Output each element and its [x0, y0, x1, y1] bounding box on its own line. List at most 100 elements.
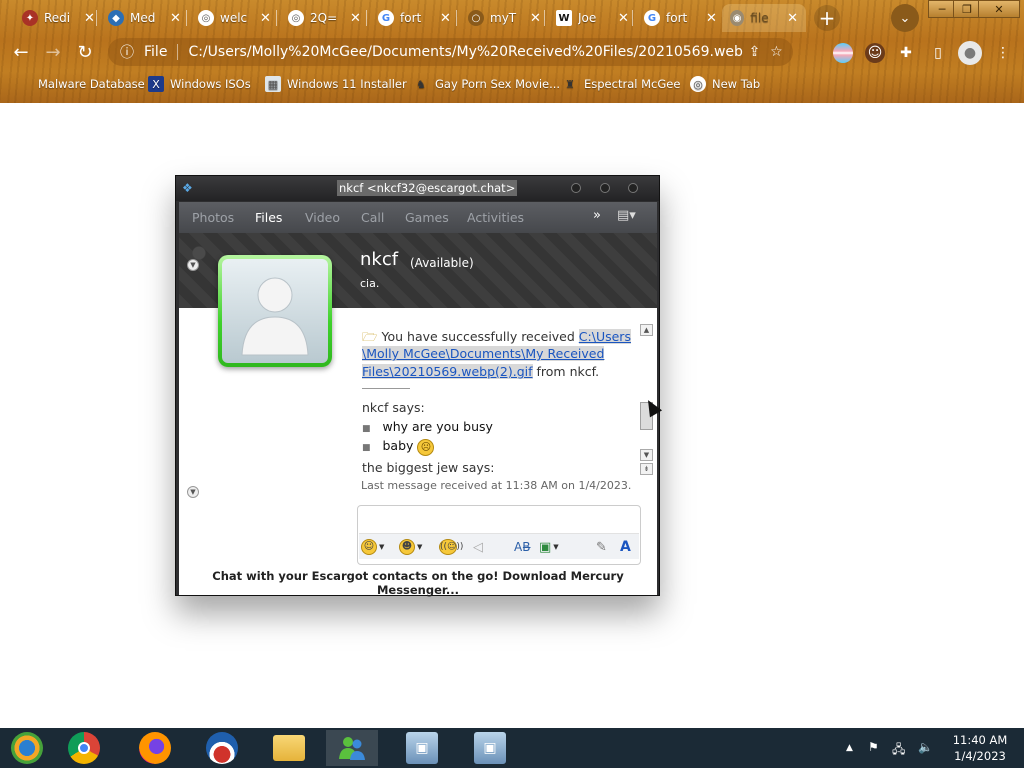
share-icon[interactable]: ⇪ — [743, 44, 765, 60]
account-avatar-icon[interactable]: ● — [958, 41, 982, 65]
bookmark-espectral-mcgee[interactable]: ♜ Espectral McGee — [562, 74, 680, 94]
close-icon[interactable]: ✕ — [84, 11, 95, 26]
file-path-link[interactable]: Files\20210569.webp(2).gif — [362, 364, 533, 379]
star-icon[interactable]: ☆ — [765, 44, 787, 60]
maximize-button[interactable]: ❐ — [953, 0, 981, 18]
side-panel-icon[interactable]: ▯ — [928, 43, 948, 63]
bookmark-new-tab[interactable]: ◎ New Tab — [690, 74, 760, 94]
windows-start-icon — [11, 732, 43, 764]
profile-extension-icon[interactable]: ☺ — [865, 43, 885, 63]
scroll-down-icon[interactable]: ▼ — [640, 449, 653, 461]
handwriting-icon[interactable]: ✎ — [596, 537, 607, 557]
close-icon[interactable]: ✕ — [170, 11, 181, 26]
tab-myt[interactable]: ○ myT ✕ — [460, 4, 549, 32]
message-line: ■ baby ☹ — [362, 438, 435, 456]
toolbar: ← → ↻ ⓘ File C:/Users/Molly%20McGee/Docu… — [0, 35, 1024, 69]
close-window-button[interactable]: ✕ — [978, 0, 1020, 18]
start-button[interactable] — [1, 730, 53, 766]
bookmark-windows-11-installer[interactable]: ▦ Windows 11 Installer — [265, 74, 407, 94]
nav-files[interactable]: Files — [255, 210, 282, 225]
scroll-up-icon[interactable]: ▲ — [640, 324, 653, 336]
back-arrow-icon[interactable]: ← — [8, 39, 34, 65]
bookmark-windows-isos[interactable]: X Windows ISOs — [148, 74, 251, 94]
reload-icon[interactable]: ↻ — [72, 39, 98, 65]
taskbar-messenger[interactable] — [326, 730, 378, 766]
info-icon[interactable]: ⓘ — [118, 42, 136, 62]
tab-redis[interactable]: ✦ Redi ✕ — [14, 4, 103, 32]
maximize-button[interactable] — [600, 183, 610, 193]
show-hidden-icons-chevron-icon[interactable]: ▲ — [846, 743, 853, 753]
kebab-menu-icon[interactable]: ⋮ — [993, 43, 1013, 63]
contact-avatar[interactable] — [218, 255, 332, 367]
close-icon[interactable]: ✕ — [350, 11, 361, 26]
taskbar-firefox[interactable] — [129, 730, 181, 766]
minimize-button[interactable] — [571, 183, 581, 193]
puzzle-icon[interactable]: ✚ — [896, 43, 916, 63]
bookmark-label: Windows ISOs — [170, 77, 251, 91]
address-bar[interactable]: ⓘ File C:/Users/Molly%20McGee/Documents/… — [108, 38, 793, 66]
tab-2q[interactable]: ◎ 2Q= ✕ — [280, 4, 369, 32]
nav-games[interactable]: Games — [405, 210, 449, 225]
tab-title: file — [750, 11, 769, 25]
close-icon[interactable]: ✕ — [440, 11, 451, 26]
collapse-icon[interactable]: ▼ — [187, 259, 199, 271]
scroll-end-icon[interactable]: ⇟ — [640, 463, 653, 475]
bookmark-label: Gay Porn Sex Movie... — [435, 77, 561, 91]
taskbar-chrome[interactable] — [58, 730, 110, 766]
spellcheck-icon[interactable]: AB̶ — [514, 537, 530, 557]
bookmark-malware-database[interactable]: Malware Database — [16, 74, 145, 94]
bookmark-label: Espectral McGee — [584, 77, 681, 91]
system-clock[interactable]: 11:40 AM 1/4/2023 — [945, 732, 1015, 764]
forward-arrow-icon[interactable]: → — [40, 39, 66, 65]
tab-search-chevron-icon[interactable]: ⌄ — [891, 4, 919, 32]
nav-photos[interactable]: Photos — [192, 210, 234, 225]
network-icon[interactable]: 🖧 — [892, 740, 905, 761]
taskbar-installer-2[interactable]: ▣ — [464, 730, 516, 766]
tab-title: myT — [490, 11, 517, 25]
taskbar-installer-1[interactable]: ▣ — [396, 730, 448, 766]
volume-icon[interactable]: 🔈 — [918, 740, 933, 754]
message-text: why are you busy — [382, 419, 493, 434]
wink-button[interactable]: ☻ ▼ — [399, 537, 422, 557]
close-icon[interactable]: ✕ — [787, 11, 798, 26]
taskbar-file-explorer[interactable] — [263, 730, 315, 766]
flag-icon[interactable]: ⚑ — [868, 740, 879, 754]
globe-icon: ◎ — [288, 10, 304, 26]
address-url[interactable]: C:/Users/Molly%20McGee/Documents/My%20Re… — [188, 44, 743, 60]
options-menu-icon[interactable]: ▤▾ — [617, 208, 636, 223]
voice-clip-icon[interactable]: ◁ — [473, 537, 483, 557]
bookmark-label: Malware Database — [38, 77, 145, 91]
trans-flag-extension-icon[interactable] — [833, 43, 853, 63]
minimize-button[interactable]: ─ — [928, 0, 956, 18]
bookmark-gay-porn-sex-movie[interactable]: ♞ Gay Porn Sex Movie... — [413, 74, 560, 94]
redis-icon: ✦ — [22, 10, 38, 26]
close-icon[interactable]: ✕ — [260, 11, 271, 26]
tab-welcome[interactable]: ◎ welc ✕ — [190, 4, 279, 32]
close-icon[interactable]: ✕ — [530, 11, 541, 26]
close-icon[interactable]: ✕ — [706, 11, 717, 26]
more-chevron-icon[interactable]: » — [593, 208, 601, 223]
tab-joe[interactable]: W Joe ✕ — [548, 4, 637, 32]
nav-activities[interactable]: Activities — [467, 210, 524, 225]
tab-fort-1[interactable]: G fort ✕ — [370, 4, 459, 32]
tab-divider — [276, 10, 277, 26]
nav-video[interactable]: Video — [305, 210, 340, 225]
file-path-link[interactable]: \Molly McGee\Documents\My Received — [362, 346, 605, 361]
background-button[interactable]: ▣ ▼ — [539, 537, 559, 557]
close-button[interactable] — [628, 183, 638, 193]
collapse-icon[interactable]: ▼ — [187, 486, 199, 498]
font-icon[interactable]: A — [620, 537, 631, 557]
tab-fort-2[interactable]: G fort ✕ — [636, 4, 725, 32]
file-path-link[interactable]: C:\Users — [578, 329, 631, 344]
new-tab-button[interactable]: + — [814, 5, 840, 31]
tab-file-active[interactable]: ◉ file ✕ — [722, 4, 806, 32]
nav-call[interactable]: Call — [361, 210, 384, 225]
promo-banner[interactable]: Chat with your Escargot contacts on the … — [179, 569, 657, 597]
firefox-icon — [139, 732, 171, 764]
tab-title: Redi — [44, 11, 71, 25]
emoticon-button[interactable]: ☺ ▼ — [361, 537, 384, 557]
taskbar-obama[interactable] — [196, 730, 248, 766]
tab-media[interactable]: ◆ Med ✕ — [100, 4, 189, 32]
nudge-button[interactable]: ((☺)) — [439, 537, 463, 557]
close-icon[interactable]: ✕ — [618, 11, 629, 26]
